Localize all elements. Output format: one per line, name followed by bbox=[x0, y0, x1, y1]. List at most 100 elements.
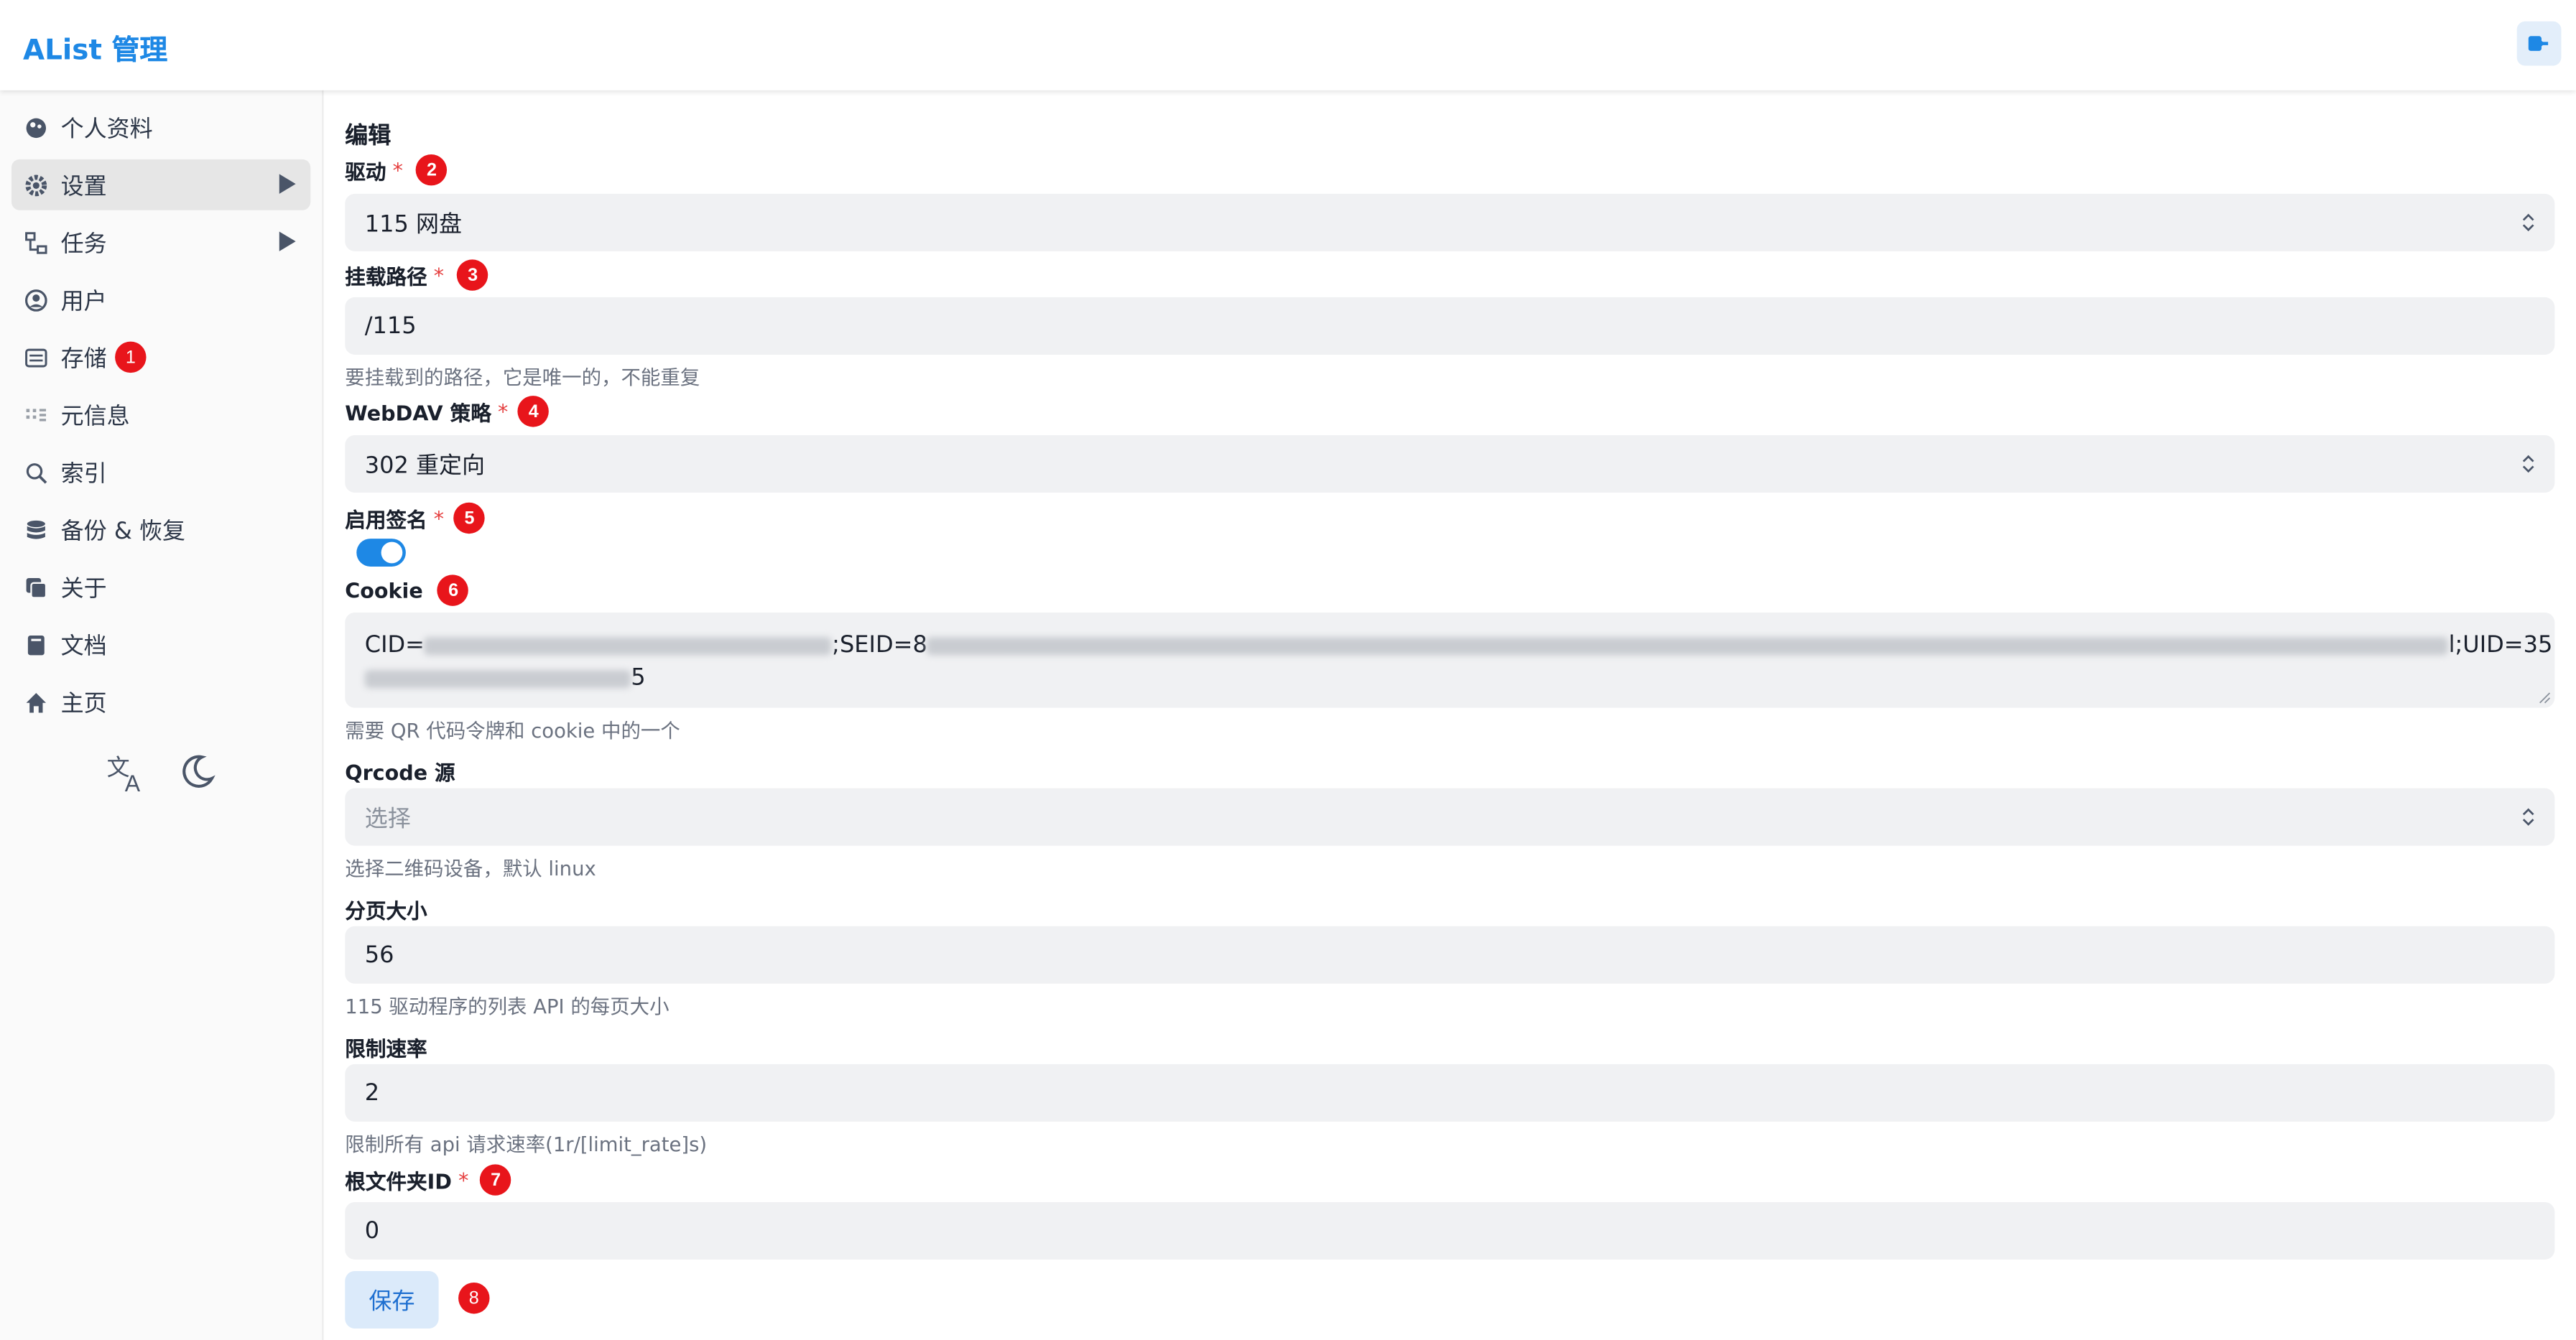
page-size-input[interactable]: 56 bbox=[345, 926, 2555, 984]
storage-icon bbox=[23, 344, 50, 371]
book-icon bbox=[23, 631, 50, 658]
select-arrows-icon bbox=[2522, 455, 2534, 473]
qrcode-placeholder: 选择 bbox=[364, 805, 411, 832]
sidebar-item-label: 关于 bbox=[60, 575, 107, 602]
cookie-label: Cookie 6 bbox=[345, 574, 469, 606]
sidebar-item-about[interactable]: 关于 bbox=[11, 562, 310, 613]
sidebar-item-docs[interactable]: 文档 bbox=[11, 619, 310, 670]
sidebar-item-home[interactable]: 主页 bbox=[11, 676, 310, 727]
page-size-label-text: 分页大小 bbox=[345, 898, 427, 923]
sidebar-item-users[interactable]: 用户 bbox=[11, 274, 310, 325]
qrcode-label-text: Qrcode 源 bbox=[345, 760, 455, 786]
sidebar-item-label: 用户 bbox=[60, 288, 107, 315]
cookie-label-text: Cookie bbox=[345, 577, 423, 603]
sidebar-item-profile[interactable]: 个人资料 bbox=[11, 102, 310, 153]
sidebar-item-storage[interactable]: 存储 1 bbox=[11, 332, 310, 383]
root-folder-input[interactable]: 0 bbox=[345, 1201, 2555, 1260]
sidebar-tools: 文 A bbox=[105, 752, 217, 801]
sidebar-item-tasks[interactable]: 任务 bbox=[11, 217, 310, 268]
page-size-help: 115 驱动程序的列表 API 的每页大小 bbox=[345, 995, 670, 1018]
profile-icon bbox=[23, 114, 50, 141]
annotation-badge: 3 bbox=[457, 259, 488, 291]
sidebar: 个人资料 设置 任务 用户 存储 1 元信息 索引 备份 & 恢复 关于 文档 … bbox=[0, 90, 324, 1340]
annotation-badge: 8 bbox=[458, 1282, 490, 1314]
sidebar-item-index[interactable]: 索引 bbox=[11, 447, 310, 498]
root-folder-label-text: 根文件夹ID bbox=[345, 1169, 452, 1194]
about-icon bbox=[23, 574, 50, 600]
sign-label-text: 启用签名 bbox=[345, 507, 427, 532]
sidebar-item-label: 索引 bbox=[60, 460, 107, 488]
svg-text:A: A bbox=[125, 771, 141, 795]
driver-label-text: 驱动 bbox=[345, 159, 386, 185]
driver-value: 115 网盘 bbox=[364, 210, 463, 238]
annotation-badge: 2 bbox=[416, 154, 448, 186]
sidebar-item-settings[interactable]: 设置 bbox=[11, 159, 311, 210]
sidebar-item-backup[interactable]: 备份 & 恢复 bbox=[11, 504, 310, 555]
sidebar-item-label: 备份 & 恢复 bbox=[60, 518, 186, 545]
cookie-textarea[interactable]: CID= ;SEID=8 l;UID=35 5 bbox=[345, 612, 2555, 708]
root-folder-value: 0 bbox=[364, 1217, 380, 1244]
webdav-label: WebDAV 策略 * 4 bbox=[345, 396, 550, 427]
webdav-value: 302 重定向 bbox=[364, 452, 486, 479]
root-folder-label: 根文件夹ID * 7 bbox=[345, 1164, 511, 1196]
translate-icon[interactable]: 文 A bbox=[105, 752, 147, 801]
mount-path-label: 挂载路径 * 3 bbox=[345, 259, 488, 291]
save-button[interactable]: 保存 bbox=[345, 1270, 439, 1329]
expand-arrow-icon bbox=[279, 231, 296, 251]
home-icon bbox=[23, 689, 50, 715]
annotation-badge: 7 bbox=[480, 1164, 511, 1196]
limit-rate-help: 限制所有 api 请求速率(1r/[limit_rate]s) bbox=[345, 1132, 708, 1156]
webdav-label-text: WebDAV 策略 bbox=[345, 400, 491, 426]
select-arrows-icon bbox=[2522, 213, 2534, 232]
cookie-line-2: 5 bbox=[364, 662, 2535, 695]
driver-select[interactable]: 115 网盘 bbox=[345, 193, 2555, 251]
redacted-text bbox=[425, 636, 833, 655]
required-mark: * bbox=[433, 506, 445, 531]
sidebar-item-label: 文档 bbox=[60, 633, 107, 660]
expand-arrow-icon bbox=[279, 174, 296, 194]
form-title: 编辑 bbox=[345, 123, 392, 150]
required-mark: * bbox=[458, 1167, 469, 1193]
sign-toggle[interactable] bbox=[356, 539, 406, 567]
annotation-badge: 6 bbox=[437, 574, 469, 606]
qrcode-label: Qrcode 源 bbox=[345, 755, 455, 786]
redacted-text bbox=[364, 669, 631, 688]
sidebar-item-label: 设置 bbox=[60, 173, 107, 200]
cookie-line-1: CID= ;SEID=8 l;UID=35 bbox=[364, 629, 2553, 662]
gear-icon bbox=[23, 172, 50, 198]
limit-rate-value: 2 bbox=[364, 1079, 380, 1107]
qrcode-select[interactable]: 选择 bbox=[345, 788, 2555, 846]
annotation-badge: 1 bbox=[115, 341, 147, 373]
sidebar-item-metadata[interactable]: 元信息 bbox=[11, 389, 310, 440]
annotation-badge: 4 bbox=[517, 396, 550, 427]
page-size-label: 分页大小 bbox=[345, 893, 427, 924]
select-arrows-icon bbox=[2522, 808, 2534, 826]
cookie-tail: 5 bbox=[631, 665, 646, 692]
metadata-icon bbox=[23, 401, 50, 428]
limit-rate-label: 限制速率 bbox=[345, 1031, 427, 1062]
driver-label: 驱动 * 2 bbox=[345, 154, 448, 186]
mount-path-value: /115 bbox=[364, 312, 417, 340]
cookie-cid: CID= bbox=[364, 632, 425, 659]
toggle-knob bbox=[381, 541, 403, 564]
sidebar-item-label: 主页 bbox=[60, 690, 107, 717]
required-mark: * bbox=[392, 157, 403, 182]
database-icon bbox=[23, 516, 50, 543]
required-mark: * bbox=[497, 399, 509, 424]
moon-icon[interactable] bbox=[177, 752, 217, 801]
mount-path-input[interactable]: /115 bbox=[345, 297, 2555, 355]
mount-path-label-text: 挂载路径 bbox=[345, 264, 427, 289]
annotation-badge: 5 bbox=[453, 502, 486, 534]
qrcode-help: 选择二维码设备，默认 linux bbox=[345, 857, 596, 880]
logout-button[interactable] bbox=[2516, 21, 2562, 66]
tasks-icon bbox=[23, 229, 50, 256]
save-button-label: 保存 bbox=[369, 1288, 415, 1315]
resize-handle-icon[interactable] bbox=[2538, 692, 2551, 704]
top-header: AList 管理 bbox=[0, 0, 2576, 90]
redacted-text bbox=[927, 636, 2449, 655]
app-title[interactable]: AList 管理 bbox=[23, 27, 167, 68]
cookie-uid: l;UID=35 bbox=[2448, 632, 2553, 659]
limit-rate-input[interactable]: 2 bbox=[345, 1064, 2555, 1122]
webdav-select[interactable]: 302 重定向 bbox=[345, 435, 2555, 493]
cookie-seid: ;SEID=8 bbox=[832, 632, 927, 659]
